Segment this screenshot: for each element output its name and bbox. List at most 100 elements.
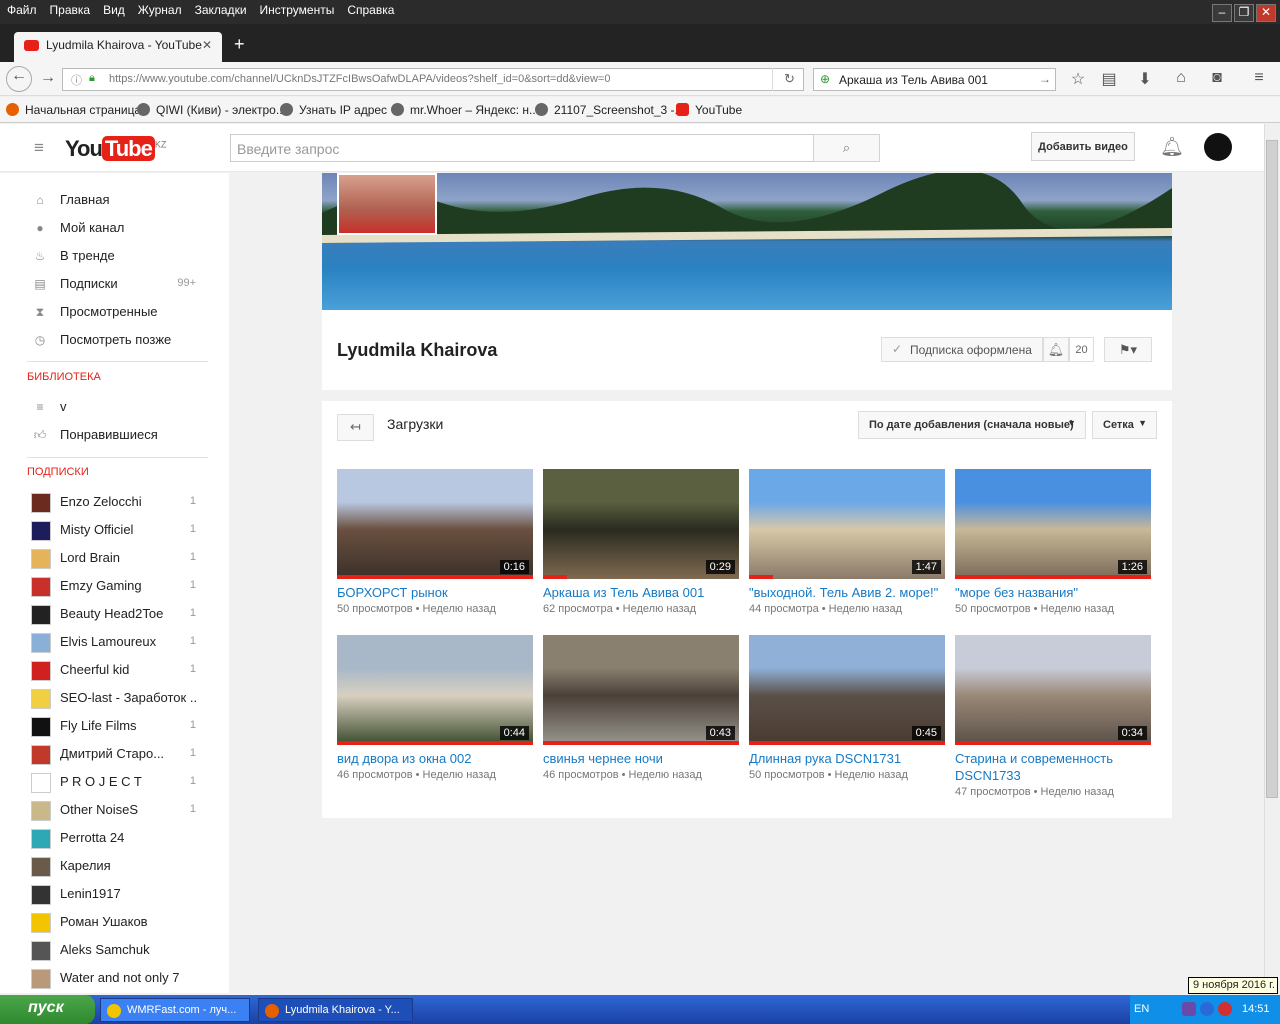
sidebar-item[interactable]: ≡ v	[0, 393, 229, 421]
sidebar-item[interactable]: ◷ Посмотреть позже	[0, 326, 229, 354]
reading-list-icon[interactable]: ▤	[1098, 69, 1120, 89]
bookmark-item[interactable]: YouTube	[676, 103, 742, 117]
video-thumbnail[interactable]: 0:29	[543, 469, 739, 579]
subscription-item[interactable]: Emzy Gaming 1	[0, 572, 229, 600]
subscribed-button[interactable]: ✓ Подписка оформлена	[881, 337, 1043, 362]
video-card[interactable]: 0:34 Старина и современность DSCN1733 47 п…	[955, 635, 1151, 798]
sort-dropdown[interactable]: По дате добавления (сначала новые) ▼	[858, 411, 1086, 439]
video-title[interactable]: Длинная рука DSCN1731	[749, 750, 945, 767]
bookmark-item[interactable]: Узнать IP адрес	[280, 103, 387, 117]
view-dropdown[interactable]: Сетка ▼	[1092, 411, 1157, 439]
reload-icon[interactable]: ↻	[772, 68, 806, 91]
subscription-item[interactable]: Lenin1917	[0, 880, 229, 908]
subscription-item[interactable]: Elvis Lamoureux 1	[0, 628, 229, 656]
video-title[interactable]: вид двора из окна 002	[337, 750, 533, 767]
subscription-item[interactable]: Aleks Samchuk	[0, 936, 229, 964]
subscription-item[interactable]: Water and not only 7	[0, 964, 229, 992]
upload-button[interactable]: Добавить видео	[1031, 132, 1135, 161]
menu-item[interactable]: Правка	[43, 0, 97, 17]
video-title[interactable]: Старина и современность DSCN1733	[955, 750, 1151, 784]
hamburger-menu-icon[interactable]: ≡	[1248, 69, 1270, 89]
maximize-button[interactable]: ❐	[1234, 4, 1254, 22]
sidebar-item[interactable]: ● Мой канал	[0, 214, 229, 242]
info-icon[interactable]: ⓘ	[71, 72, 82, 88]
scrollbar-thumb[interactable]	[1266, 140, 1278, 798]
video-thumbnail[interactable]: 1:47	[749, 469, 945, 579]
video-card[interactable]: 1:47 "выходной. Тель Авив 2. море!" 44 про…	[749, 469, 945, 615]
browser-tab[interactable]: Lyudmila Khairova - YouTube ✕	[14, 32, 222, 62]
forward-button[interactable]: →	[37, 69, 59, 89]
video-thumbnail[interactable]: 0:34	[955, 635, 1151, 745]
subscription-item[interactable]: Other NoiseS 1	[0, 796, 229, 824]
subscription-item[interactable]: Fly Life Films 1	[0, 712, 229, 740]
download-icon[interactable]: ⬇	[1134, 69, 1156, 89]
menu-item[interactable]: Справка	[340, 0, 400, 17]
menu-item[interactable]: Закладки	[188, 0, 253, 17]
account-avatar[interactable]	[1204, 133, 1232, 161]
video-card[interactable]: 0:43 свинья чернее ночи 46 просмотров • Не…	[543, 635, 739, 781]
bookmark-item[interactable]: Начальная страница	[6, 103, 141, 117]
bookmark-item[interactable]: 21107_Screenshot_3 -...	[535, 103, 685, 117]
guide-menu-icon[interactable]: ≡	[34, 138, 44, 158]
bookmark-item[interactable]: mr.Whoer – Яндекс: н...	[391, 103, 539, 117]
subscription-item[interactable]: SEO-last - Заработок ...	[0, 684, 229, 712]
tab-close-icon[interactable]: ✕	[202, 38, 212, 52]
video-thumbnail[interactable]: 1:26	[955, 469, 1151, 579]
youtube-logo[interactable]: You Tube KZ	[65, 136, 166, 162]
sidebar-item[interactable]: ▤ Подписки 99+	[0, 270, 229, 298]
subscription-item[interactable]: Enzo Zelocchi 1	[0, 488, 229, 516]
browser-search-input[interactable]: ⊕ Аркаша из Тель Авива 001 →	[813, 68, 1056, 91]
back-button[interactable]: ←	[6, 66, 32, 92]
sidebar-item[interactable]: 👍︎ Понравившиеся	[0, 421, 229, 449]
video-card[interactable]: 0:45 Длинная рука DSCN1731 50 просмотров •…	[749, 635, 945, 781]
subscription-item[interactable]: Lord Brain 1	[0, 544, 229, 572]
notification-bell-button[interactable]: 🔔︎	[1043, 337, 1069, 362]
new-tab-button[interactable]: +	[234, 34, 245, 55]
video-thumbnail[interactable]: 0:44	[337, 635, 533, 745]
video-title[interactable]: свинья чернее ночи	[543, 750, 739, 767]
menu-item[interactable]: Инструменты	[253, 0, 341, 17]
video-title[interactable]: "море без названия"	[955, 584, 1151, 601]
subscription-item[interactable]: Роман Ушаков	[0, 908, 229, 936]
clock[interactable]: 14:51	[1242, 1003, 1270, 1015]
sidebar-item[interactable]: ⌂ Главная	[0, 186, 229, 214]
language-indicator[interactable]: EN	[1134, 1003, 1149, 1015]
subscription-item[interactable]: Карелия	[0, 852, 229, 880]
minimize-button[interactable]: –	[1212, 4, 1232, 22]
channel-avatar[interactable]	[337, 173, 437, 235]
channel-name[interactable]: Lyudmila Khairova	[337, 340, 497, 361]
youtube-search-input[interactable]: Введите запрос	[230, 134, 814, 162]
tray-security-icon[interactable]	[1218, 1002, 1232, 1016]
subscription-item[interactable]: Дмитрий Старо... 1	[0, 740, 229, 768]
taskbar-item-active[interactable]: Lyudmila Khairova - Y...	[258, 998, 413, 1022]
url-bar[interactable]: ⓘ 🔒︎ https://www.youtube.com/channel/UCk…	[62, 68, 804, 91]
video-thumbnail[interactable]: 0:43	[543, 635, 739, 745]
video-card[interactable]: 1:26 "море без названия" 50 просмотров • Н…	[955, 469, 1151, 615]
video-card[interactable]: 0:29 Аркаша из Тель Авива 001 62 просмотра…	[543, 469, 739, 615]
menu-item[interactable]: Файл	[0, 0, 43, 17]
video-thumbnail[interactable]: 0:16	[337, 469, 533, 579]
video-title[interactable]: БОРХОРСТ рынок	[337, 584, 533, 601]
sidebar-item[interactable]: ⧗ Просмотренные	[0, 298, 229, 326]
bookmark-item[interactable]: QIWI (Киви) - электро...	[137, 103, 286, 117]
youtube-search-button[interactable]: ⌕	[813, 134, 880, 162]
video-card[interactable]: 0:44 вид двора из окна 002 46 просмотров •…	[337, 635, 533, 781]
subscription-item[interactable]: Cheerful kid 1	[0, 656, 229, 684]
video-card[interactable]: 0:16 БОРХОРСТ рынок 50 просмотров • Неделю…	[337, 469, 533, 615]
star-icon[interactable]: ☆	[1067, 69, 1089, 89]
back-to-shelf-button[interactable]: ↤	[337, 414, 374, 441]
flag-menu-button[interactable]: ⚑▾	[1104, 337, 1152, 362]
taskbar-item[interactable]: WMRFast.com - луч...	[100, 998, 250, 1022]
menu-item[interactable]: Вид	[96, 0, 131, 17]
subscription-item[interactable]: Beauty Head2Toe 1	[0, 600, 229, 628]
search-engine-icon[interactable]: ⊕	[820, 72, 830, 86]
video-title[interactable]: Аркаша из Тель Авива 001	[543, 584, 739, 601]
video-thumbnail[interactable]: 0:45	[749, 635, 945, 745]
bell-icon[interactable]: 🔔︎	[1160, 135, 1184, 159]
subscription-item[interactable]: Perrotta 24	[0, 824, 229, 852]
tray-app-icon[interactable]	[1182, 1002, 1196, 1016]
pocket-icon[interactable]: ◙	[1206, 69, 1228, 89]
home-icon[interactable]: ⌂	[1170, 69, 1192, 89]
close-window-button[interactable]: ✕	[1256, 4, 1276, 22]
menu-item[interactable]: Журнал	[131, 0, 188, 17]
